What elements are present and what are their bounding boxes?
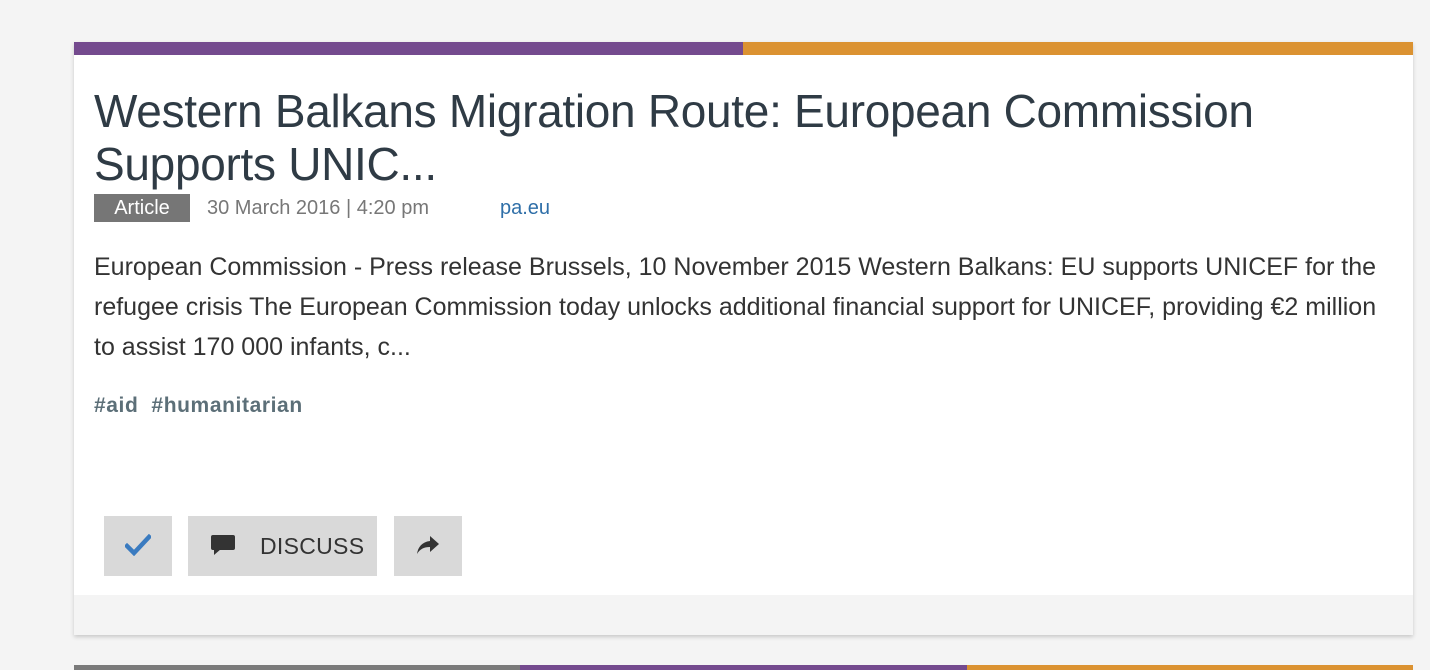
discuss-label: DISCUSS (260, 532, 365, 559)
share-button[interactable] (394, 516, 462, 576)
source-link[interactable]: pa.eu (500, 197, 550, 220)
discuss-button[interactable]: DISCUSS (188, 516, 377, 576)
color-bar-segment-purple (74, 42, 743, 55)
mark-read-button[interactable] (104, 516, 172, 576)
article-card: Western Balkans Migration Route: Europea… (74, 42, 1413, 635)
card-color-bar (74, 42, 1413, 55)
tag-list: #aid #humanitarian (94, 394, 303, 418)
tag-humanitarian[interactable]: #humanitarian (151, 394, 302, 418)
article-meta: Article 30 March 2016 | 4:20 pm pa.eu (94, 194, 550, 222)
card-footer (74, 595, 1413, 635)
article-title[interactable]: Western Balkans Migration Route: Europea… (94, 85, 1354, 191)
tag-aid[interactable]: #aid (94, 394, 138, 418)
share-arrow-icon (415, 534, 441, 559)
checkmark-icon (123, 533, 153, 559)
type-badge: Article (94, 194, 190, 222)
color-bar-segment-orange (966, 665, 1413, 670)
card-actions: DISCUSS (104, 516, 462, 576)
comment-icon (210, 534, 236, 559)
publish-date: 30 March 2016 | 4:20 pm (207, 196, 429, 219)
color-bar-segment-gray (74, 665, 521, 670)
next-card-color-bar (74, 665, 1413, 670)
color-bar-segment-purple (520, 665, 967, 670)
color-bar-segment-orange (743, 42, 1413, 55)
article-excerpt: European Commission - Press release Brus… (94, 253, 1377, 361)
